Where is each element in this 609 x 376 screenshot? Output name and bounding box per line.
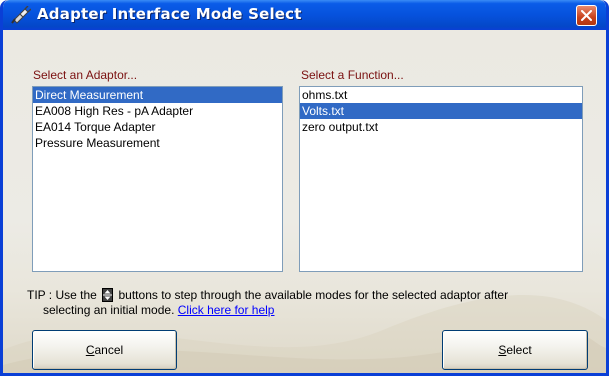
adaptor-item[interactable]: EA008 High Res - pA Adapter (33, 103, 282, 119)
dialog-window: Adapter Interface Mode Select Select an … (0, 0, 609, 376)
tip-line-2: selecting an initial mode. Click here fo… (43, 302, 274, 318)
spin-up-down-icon (102, 288, 114, 302)
close-icon (581, 10, 592, 21)
function-item[interactable]: zero output.txt (300, 119, 582, 135)
tip-text: TIP : Use the buttons to step through th… (27, 287, 508, 303)
window-title: Adapter Interface Mode Select (37, 5, 302, 23)
cancel-button[interactable]: Cancel (32, 330, 177, 370)
tip-prefix: TIP : Use the (27, 288, 97, 302)
title-bar[interactable]: Adapter Interface Mode Select (3, 0, 606, 30)
adapter-plug-icon (11, 6, 31, 24)
help-link[interactable]: Click here for help (178, 303, 275, 317)
cancel-label: ancel (94, 343, 124, 357)
select-button[interactable]: Select (442, 330, 588, 370)
adaptor-item[interactable]: Pressure Measurement (33, 135, 282, 151)
function-item[interactable]: ohms.txt (300, 87, 582, 103)
select-label: elect (506, 343, 532, 357)
function-listbox[interactable]: ohms.txt Volts.txt zero output.txt (299, 86, 583, 272)
tip-line-2-text: selecting an initial mode. (43, 303, 175, 317)
tip-suffix: buttons to step through the available mo… (118, 288, 509, 302)
close-button[interactable] (576, 5, 597, 26)
dialog-body: Select an Adaptor... Direct Measurement … (3, 30, 606, 373)
function-label: Select a Function... (301, 68, 404, 82)
adaptor-item[interactable]: EA014 Torque Adapter (33, 119, 282, 135)
adaptor-listbox[interactable]: Direct Measurement EA008 High Res - pA A… (32, 86, 283, 272)
adaptor-label: Select an Adaptor... (33, 68, 138, 82)
adaptor-item[interactable]: Direct Measurement (33, 87, 282, 103)
function-item[interactable]: Volts.txt (300, 103, 582, 119)
